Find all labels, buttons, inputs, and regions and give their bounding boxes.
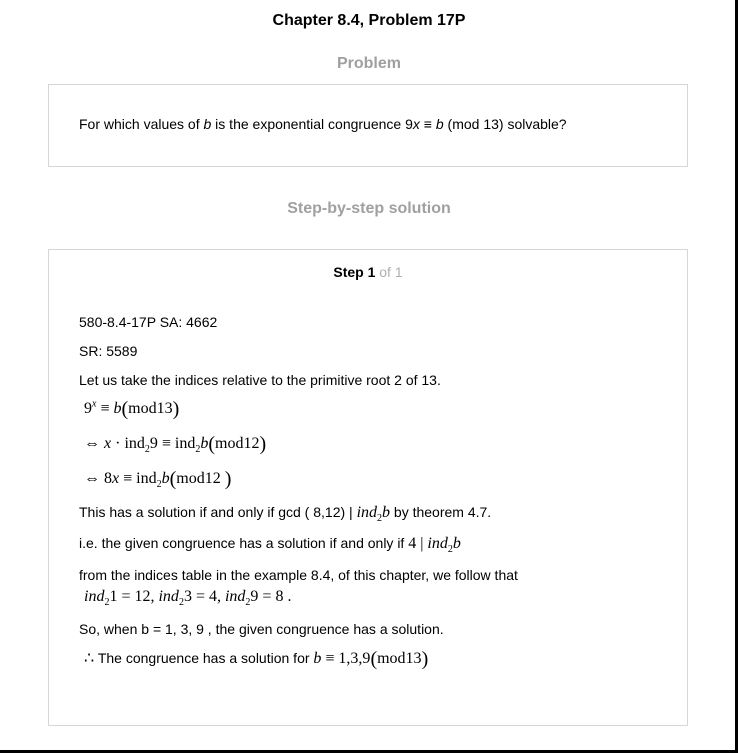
solution-box: Step 1 of 1 580-8.4-17P SA: 4662 SR: 558…: [48, 249, 688, 726]
step-label: Step 1: [333, 264, 376, 280]
problem-text: For which values of b is the exponential…: [79, 116, 567, 132]
equation-3: ⇔ 8x ≡ ind2b(mod12 ): [84, 468, 232, 491]
problem-box: For which values of b is the exponential…: [48, 84, 688, 167]
problem-heading: Problem: [336, 55, 401, 72]
therefore-icon: ∴: [84, 650, 95, 667]
intro-line: Let us take the indices relative to the …: [79, 372, 441, 388]
step-header: Step 1 of 1: [49, 264, 687, 280]
indices-values-line: ind21 = 12, ind23 = 4, ind29 = 8 .: [84, 588, 292, 609]
condition-line: i.e. the given congruence has a solution…: [79, 535, 461, 556]
solution-heading: Step-by-step solution: [287, 200, 451, 217]
review-id-line: SR: 5589: [79, 343, 138, 359]
conclusion-line: ∴ The congruence has a solution for b ≡ …: [84, 648, 429, 670]
equation-1: 9x ≡ b(mod13): [84, 398, 180, 420]
solution-values-line: So, when b = 1, 3, 9 , the given congrue…: [79, 621, 444, 637]
step-count: of 1: [375, 264, 403, 280]
indices-table-line: from the indices table in the example 8.…: [79, 567, 518, 583]
gcd-condition-line: This has a solution if and only if gcd (…: [79, 504, 492, 525]
answer-id-line: 580-8.4-17P SA: 4662: [79, 314, 218, 330]
equation-2: ⇔ x · ind29 ≡ ind2b(mod12): [84, 433, 267, 456]
page-title: Chapter 8.4, Problem 17P: [272, 12, 466, 29]
